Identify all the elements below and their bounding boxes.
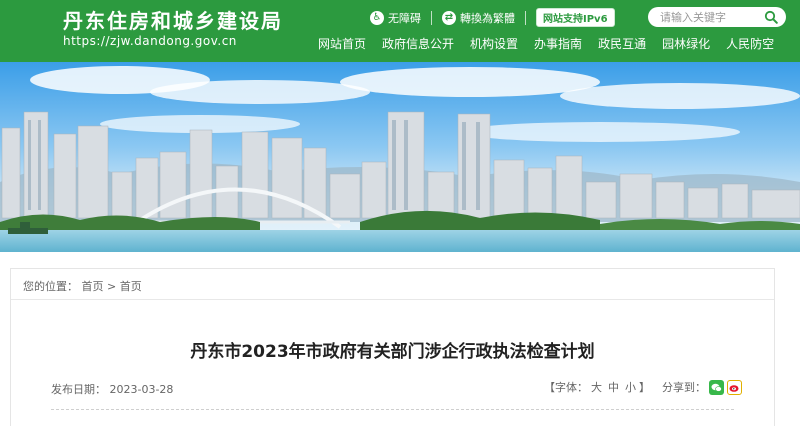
content-panel: 您的位置： 首页 > 首页 丹东市2023年市政府有关部门涉企行政执法检查计划 … (10, 268, 775, 426)
nav-gov-info[interactable]: 政府信息公开 (382, 35, 454, 52)
main-nav: 网站首页 政府信息公开 机构设置 办事指南 政民互通 园林绿化 人民防空 (318, 35, 790, 52)
breadcrumb-home-link[interactable]: 首页 (82, 280, 104, 293)
accessibility-link[interactable]: ♿ 无障碍 (370, 10, 421, 26)
wheelchair-icon: ♿ (370, 10, 384, 25)
nav-civil-defense[interactable]: 人民防空 (726, 35, 774, 52)
font-size-medium[interactable]: 中 (608, 379, 619, 395)
divider (431, 10, 432, 25)
wechat-share-icon[interactable] (709, 379, 724, 395)
ipv6-badge: 网站支持IPv6 (536, 8, 615, 27)
nav-interaction[interactable]: 政民互通 (598, 35, 646, 52)
breadcrumb-separator: > (107, 280, 117, 293)
article-title: 丹东市2023年市政府有关部门涉企行政执法检查计划 (190, 342, 595, 362)
weibo-share-icon[interactable] (727, 379, 742, 395)
font-size-label: 【字体： (544, 381, 588, 394)
divider (51, 409, 734, 410)
font-size-small[interactable]: 小 (625, 379, 636, 395)
article-meta: 发布日期： 2023-03-28 (51, 381, 173, 397)
accessibility-label: 无障碍 (388, 11, 421, 25)
skyline-image (0, 62, 800, 252)
search-input[interactable] (660, 8, 770, 26)
traditional-chinese-link[interactable]: ⇄ 轉換為繁體 (442, 10, 515, 26)
site-header: 丹东住房和城乡建设局 https://zjw.dandong.gov.cn ♿ … (0, 0, 800, 62)
article-tools: 【字体： 大 中 小 】 分享到： (544, 379, 742, 395)
search-icon[interactable] (764, 10, 778, 24)
search-box (648, 7, 786, 27)
convert-icon: ⇄ (442, 10, 456, 25)
nav-home[interactable]: 网站首页 (318, 35, 366, 52)
font-size-large[interactable]: 大 (591, 379, 602, 395)
share-label: 分享到： (662, 381, 706, 394)
date-label: 发布日期： (51, 383, 106, 396)
nav-service-guide[interactable]: 办事指南 (534, 35, 582, 52)
nav-organization[interactable]: 机构设置 (470, 35, 518, 52)
site-url: https://zjw.dandong.gov.cn (63, 34, 237, 48)
publish-date: 2023-03-28 (109, 383, 174, 396)
breadcrumb-prefix: 您的位置： (23, 280, 78, 293)
breadcrumb-current-link[interactable]: 首页 (120, 280, 142, 293)
traditional-label: 轉換為繁體 (460, 11, 515, 25)
city-skyline-banner (0, 62, 800, 252)
divider (525, 10, 526, 25)
nav-landscaping[interactable]: 园林绿化 (662, 35, 710, 52)
breadcrumb: 您的位置： 首页 > 首页 (23, 278, 142, 294)
font-size-close-bracket: 】 (639, 381, 650, 394)
site-title[interactable]: 丹东住房和城乡建设局 (63, 5, 283, 34)
topbar-tools: ♿ 无障碍 ⇄ 轉換為繁體 网站支持IPv6 (370, 8, 615, 27)
divider (11, 299, 774, 300)
